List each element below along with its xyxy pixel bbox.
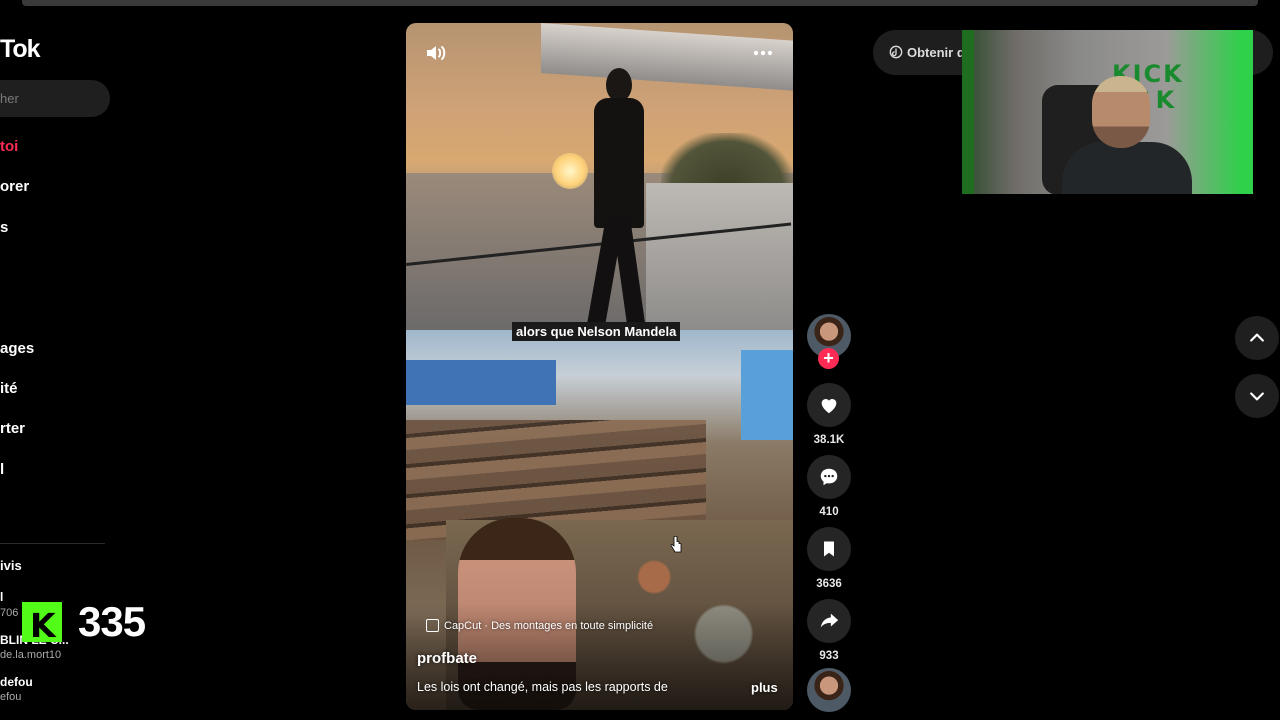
previous-video-button[interactable] bbox=[1235, 316, 1279, 360]
man-suit bbox=[594, 98, 644, 228]
share-count: 933 bbox=[819, 650, 839, 662]
share-button[interactable] bbox=[807, 599, 851, 643]
save-count: 3636 bbox=[816, 578, 842, 590]
chevron-down-icon bbox=[1250, 392, 1264, 401]
search-placeholder: her bbox=[0, 91, 19, 106]
nav-item-explore[interactable]: orer bbox=[0, 178, 29, 195]
followed-account-name[interactable]: l bbox=[0, 590, 3, 604]
comment-button[interactable] bbox=[807, 455, 851, 499]
nav-item-messages[interactable]: ages bbox=[0, 340, 34, 357]
capcut-label: CapCut · Des montages en toute simplicit… bbox=[444, 619, 654, 632]
followed-account-handle: de.la.mort10 bbox=[0, 649, 62, 661]
nav-item-upload[interactable]: rter bbox=[0, 420, 25, 437]
blue-building bbox=[741, 350, 793, 440]
sound-disc-avatar[interactable] bbox=[807, 668, 851, 712]
nav-item-activity[interactable]: ité bbox=[0, 380, 18, 397]
sidebar-divider bbox=[0, 543, 105, 544]
more-options-icon[interactable] bbox=[751, 41, 775, 65]
browser-top-bar bbox=[22, 0, 1258, 6]
followed-account-handle: efou bbox=[0, 691, 22, 703]
video-description: Les lois ont changé, mais pas les rappor… bbox=[417, 680, 668, 694]
hand-cursor-icon bbox=[670, 536, 682, 553]
kick-logo-letter: K bbox=[30, 606, 56, 645]
bookmark-icon bbox=[824, 541, 834, 557]
volume-icon[interactable] bbox=[424, 41, 448, 65]
man-leg bbox=[612, 217, 646, 331]
blue-building bbox=[406, 360, 556, 405]
video-author[interactable]: profbate bbox=[417, 650, 477, 667]
followed-account-name[interactable]: defou bbox=[0, 675, 33, 689]
nav-item-following[interactable]: s bbox=[0, 219, 8, 236]
share-icon bbox=[820, 613, 839, 628]
capcut-icon bbox=[426, 619, 439, 632]
action-bar: + 38.1K 410 3636 933 bbox=[806, 0, 852, 720]
like-count: 38.1K bbox=[813, 434, 845, 446]
streamer-torso bbox=[1062, 142, 1192, 194]
app-icon bbox=[889, 45, 903, 59]
streamer-head bbox=[1092, 76, 1150, 148]
save-button[interactable] bbox=[807, 527, 851, 571]
sunset-sun bbox=[552, 153, 588, 189]
kick-viewer-count: 335 bbox=[78, 598, 146, 645]
streamer bbox=[1062, 70, 1192, 194]
comment-icon bbox=[820, 468, 838, 486]
streamer-webcam: KICK CK bbox=[962, 30, 1253, 194]
nav-item-profile[interactable]: l bbox=[0, 461, 4, 478]
capcut-anchor[interactable]: CapCut · Des montages en toute simplicit… bbox=[426, 619, 653, 632]
get-app-label: Obtenir d bbox=[907, 45, 965, 60]
following-accounts-heading: ivis bbox=[0, 558, 22, 573]
like-button[interactable] bbox=[807, 383, 851, 427]
green-light bbox=[962, 30, 974, 194]
video-player[interactable]: alors que Nelson Mandela CapCut · Des mo… bbox=[406, 23, 793, 710]
video-frame-top bbox=[406, 23, 793, 331]
nav-item-for-you[interactable]: toi bbox=[0, 138, 18, 155]
video-subtitle: alors que Nelson Mandela bbox=[512, 322, 681, 341]
balcony-wall bbox=[646, 183, 793, 330]
comment-count: 410 bbox=[819, 506, 839, 518]
follow-plus-button[interactable]: + bbox=[818, 348, 839, 369]
tiktok-logo[interactable]: Tok bbox=[0, 35, 41, 64]
description-more-button[interactable]: plus bbox=[751, 680, 778, 695]
balcony-plants bbox=[661, 133, 793, 188]
search-input[interactable]: her bbox=[0, 80, 110, 117]
silhouette-man bbox=[586, 68, 656, 331]
chevron-up-icon bbox=[1250, 333, 1264, 342]
heart-icon bbox=[821, 399, 837, 414]
kick-logo-icon: K bbox=[22, 602, 62, 645]
man-head bbox=[606, 68, 632, 102]
next-video-button[interactable] bbox=[1235, 374, 1279, 418]
followed-account-handle: 706 bbox=[0, 607, 19, 619]
